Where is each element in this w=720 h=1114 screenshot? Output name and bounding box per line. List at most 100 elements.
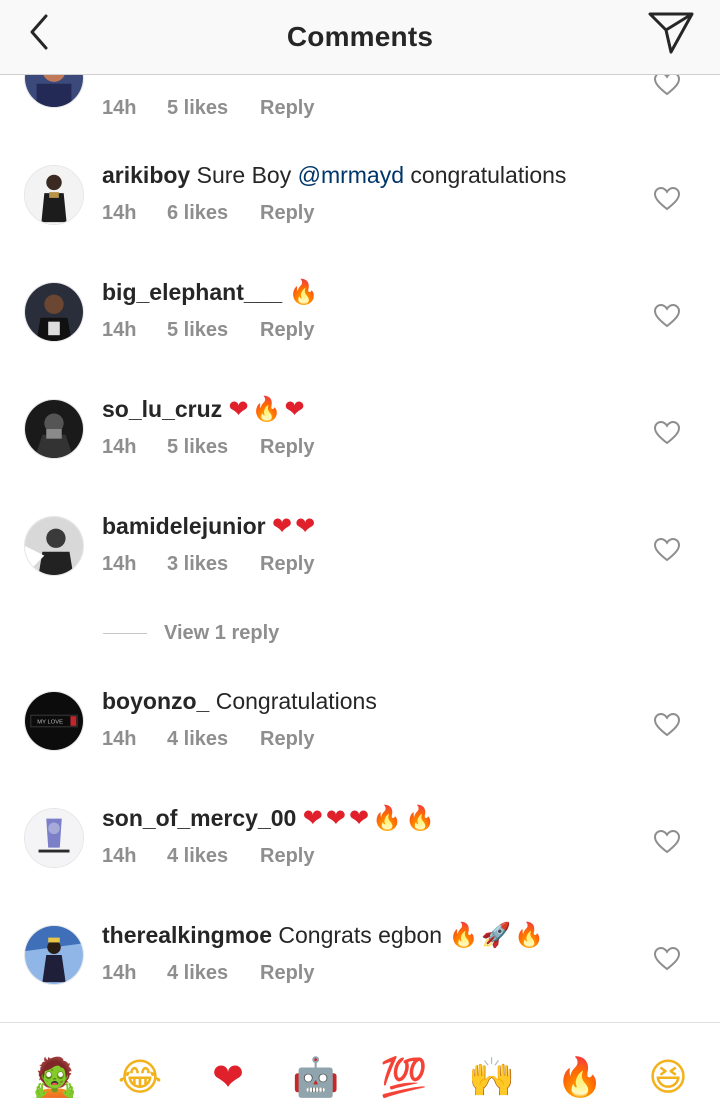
- comment-message: Congratulations: [215, 688, 377, 714]
- comment-meta: 14h 3 likes Reply: [102, 553, 314, 576]
- comment-time: 14h: [102, 553, 137, 575]
- comment-text: big_elephant___ 🔥: [102, 277, 322, 307]
- emoji-glyph: 🚀: [481, 921, 512, 949]
- comment-username[interactable]: boyonzo_: [102, 688, 209, 714]
- comment-likes[interactable]: 5 likes: [167, 436, 260, 459]
- replies-divider: [103, 632, 147, 634]
- comment-message-after: congratulations: [410, 162, 567, 188]
- comment-item: bamidelejunior ❤ ❤ 14h 3 likes Reply: [0, 511, 720, 611]
- heart-emoji: ❤: [302, 804, 323, 832]
- comment-meta: 14h 4 likes Reply: [102, 728, 314, 751]
- heart-emoji: ❤: [284, 395, 305, 423]
- emoji-fire-button[interactable]: 🔥: [555, 1052, 605, 1102]
- paper-plane-icon[interactable]: [646, 8, 696, 56]
- comment-text: boyonzo_ Congratulations: [102, 686, 377, 716]
- avatar[interactable]: MY LOVE: [24, 691, 84, 751]
- heart-outline-icon[interactable]: [654, 187, 680, 211]
- comment-message: Sure Boy: [196, 162, 292, 188]
- reply-button[interactable]: Reply: [260, 728, 314, 751]
- comment-time: 14h: [102, 97, 137, 119]
- avatar[interactable]: [24, 165, 84, 225]
- emoji-quick-bar: 🧟 😂 ❤ 🤖 💯 🙌 🔥 😆: [0, 1022, 720, 1114]
- comment-time: 14h: [102, 319, 137, 341]
- comment-meta: 14h 4 likes Reply: [102, 962, 314, 985]
- fire-emoji: 🔥: [372, 804, 402, 832]
- comment-item: arikiboy Sure Boy @mrmayd congratulation…: [0, 160, 720, 260]
- comments-header: Comments: [0, 0, 720, 75]
- comment-likes[interactable]: 4 likes: [167, 728, 260, 751]
- reply-button[interactable]: Reply: [260, 962, 314, 985]
- comment-item: big_elephant___ 🔥 14h 5 likes Reply: [0, 277, 720, 377]
- avatar-label: MY LOVE: [37, 719, 63, 725]
- heart-emoji: ❤: [228, 395, 249, 423]
- comment-likes[interactable]: 6 likes: [167, 202, 260, 225]
- comment-emojis: ❤ ❤: [272, 512, 318, 540]
- comment-meta: 14h 5 likes Reply: [102, 97, 314, 120]
- emoji-laughing-tears-button[interactable]: 😂: [115, 1052, 165, 1102]
- view-replies-button[interactable]: View 1 reply: [103, 620, 279, 646]
- comment-time: 14h: [102, 202, 137, 224]
- emoji-raised-hands-button[interactable]: 🙌: [467, 1052, 517, 1102]
- comment-meta: 14h 6 likes Reply: [102, 202, 314, 225]
- heart-outline-icon[interactable]: [654, 947, 680, 971]
- reply-button[interactable]: Reply: [260, 202, 314, 225]
- emoji-robot-button[interactable]: 🤖: [291, 1052, 341, 1102]
- comment-likes[interactable]: 4 likes: [167, 845, 260, 868]
- avatar[interactable]: [24, 925, 84, 985]
- emoji-hundred-button[interactable]: 💯: [379, 1052, 429, 1102]
- heart-outline-icon[interactable]: [654, 830, 680, 854]
- heart-outline-icon[interactable]: [654, 304, 680, 328]
- comment-username[interactable]: son_of_mercy_00: [102, 805, 296, 831]
- heart-outline-icon[interactable]: [654, 421, 680, 445]
- chevron-left-icon[interactable]: [20, 10, 60, 54]
- comment-emojis: 🔥 🚀 🔥: [448, 921, 547, 949]
- comment-item: so_lu_cruz ❤ 🔥 ❤ 14h 5 likes Reply: [0, 394, 720, 494]
- avatar[interactable]: [24, 282, 84, 342]
- reply-button[interactable]: Reply: [260, 97, 314, 120]
- reply-button[interactable]: Reply: [260, 845, 314, 868]
- comment-text: therealkingmoe Congrats egbon 🔥 🚀 🔥: [102, 920, 547, 950]
- heart-outline-icon[interactable]: [654, 72, 680, 96]
- avatar[interactable]: [24, 516, 84, 576]
- comment-likes[interactable]: 5 likes: [167, 97, 260, 120]
- comments-list[interactable]: 14h 5 likes Reply arikiboy Sure Boy @mrmay…: [0, 0, 720, 1022]
- comment-item: MY LOVE boyonzo_ Congratulations 14h 4 li…: [0, 686, 720, 786]
- comment-username[interactable]: therealkingmoe: [102, 922, 272, 948]
- heart-outline-icon[interactable]: [654, 538, 680, 562]
- comment-text: so_lu_cruz ❤ 🔥 ❤: [102, 394, 308, 424]
- comment-username[interactable]: bamidelejunior: [102, 513, 266, 539]
- reply-button[interactable]: Reply: [260, 553, 314, 576]
- comment-emojis: 🔥: [289, 278, 322, 306]
- comment-item: therealkingmoe Congrats egbon 🔥 🚀 🔥 14h 4 l…: [0, 920, 720, 1020]
- comment-likes[interactable]: 3 likes: [167, 553, 260, 576]
- heart-emoji: ❤: [271, 512, 293, 540]
- heart-outline-icon[interactable]: [654, 713, 680, 737]
- fire-emoji: 🔥: [404, 804, 435, 832]
- comment-emojis: ❤ 🔥 ❤: [229, 395, 308, 423]
- comment-emojis: ❤ ❤ ❤ 🔥 🔥: [303, 804, 438, 832]
- emoji-grinning-squint-button[interactable]: 😆: [643, 1052, 693, 1102]
- heart-emoji: ❤: [325, 804, 346, 832]
- comment-time: 14h: [102, 436, 137, 458]
- comment-item: son_of_mercy_00 ❤ ❤ ❤ 🔥 🔥 14h 4 likes Reply: [0, 803, 720, 903]
- reply-button[interactable]: Reply: [260, 319, 314, 342]
- emoji-zombie-button[interactable]: 🧟: [30, 1052, 80, 1102]
- comment-likes[interactable]: 4 likes: [167, 962, 260, 985]
- comment-username[interactable]: so_lu_cruz: [102, 396, 222, 422]
- heart-emoji: ❤: [348, 804, 370, 832]
- page-title: Comments: [286, 21, 434, 52]
- emoji-heart-button[interactable]: ❤: [203, 1052, 253, 1102]
- fire-emoji: 🔥: [448, 921, 479, 949]
- comment-message: Congrats egbon: [278, 922, 443, 948]
- comment-likes[interactable]: 5 likes: [167, 319, 260, 342]
- comment-text: son_of_mercy_00 ❤ ❤ ❤ 🔥 🔥: [102, 803, 438, 833]
- comment-meta: 14h 5 likes Reply: [102, 319, 314, 342]
- comment-username[interactable]: big_elephant___: [102, 279, 282, 305]
- comment-mention[interactable]: @mrmayd: [298, 162, 404, 188]
- comment-text: bamidelejunior ❤ ❤: [102, 511, 318, 541]
- fire-emoji: 🔥: [288, 278, 319, 306]
- comment-username[interactable]: arikiboy: [102, 162, 190, 188]
- avatar[interactable]: [24, 399, 84, 459]
- reply-button[interactable]: Reply: [260, 436, 314, 459]
- avatar[interactable]: [24, 808, 84, 868]
